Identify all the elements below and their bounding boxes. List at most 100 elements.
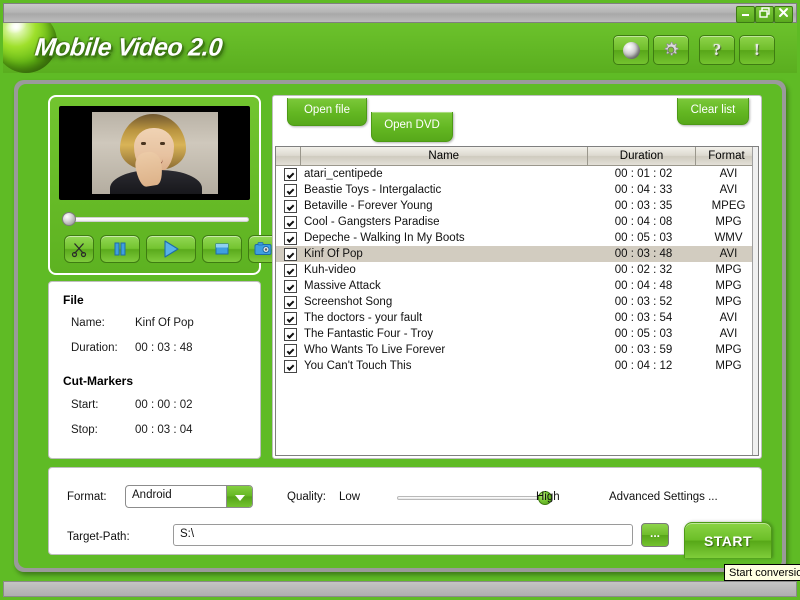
content-frame: File Name: Kinf Of Pop Duration: 00 : 03… xyxy=(14,80,786,572)
clear-list-button[interactable]: Clear list xyxy=(677,98,749,125)
row-name-cell: The Fantastic Four - Troy xyxy=(304,328,434,340)
minimize-button[interactable] xyxy=(736,6,755,23)
row-format-cell: AVI xyxy=(719,328,738,340)
checkbox-checked-icon[interactable] xyxy=(283,183,297,197)
settings-button[interactable] xyxy=(653,35,689,65)
row-name-cell: Kinf Of Pop xyxy=(300,246,588,262)
checkbox-checked-icon[interactable] xyxy=(283,215,297,229)
file-duration-value: 00 : 03 : 48 xyxy=(135,342,193,354)
table-row[interactable]: Who Wants To Live Forever 00 : 03 : 59 MPG xyxy=(276,342,758,358)
checkbox-checked-icon[interactable] xyxy=(283,311,297,325)
info-button[interactable]: ! xyxy=(739,35,775,65)
table-row[interactable]: Massive Attack 00 : 04 : 48 MPG xyxy=(276,278,758,294)
file-list-table[interactable]: Name Duration Format atari_centipede 00 :… xyxy=(275,146,759,456)
app-header: Mobile Video 2.0 ? ! xyxy=(3,23,797,73)
video-preview-card xyxy=(48,95,278,275)
target-path-input[interactable]: S:\ xyxy=(173,524,633,546)
table-row[interactable]: Kuh-video 00 : 02 : 32 MPG xyxy=(276,262,758,278)
row-name-cell: Who Wants To Live Forever xyxy=(304,344,446,356)
row-checkbox-cell[interactable] xyxy=(276,262,300,278)
cut-markers-heading: Cut-Markers xyxy=(63,374,134,388)
checkbox-checked-icon[interactable] xyxy=(283,327,297,341)
cut-button[interactable] xyxy=(64,235,94,263)
help-button[interactable]: ? xyxy=(699,35,735,65)
quality-slider-track[interactable] xyxy=(397,496,549,500)
row-duration-cell: 00 : 04 : 48 xyxy=(614,280,673,292)
row-format-cell: AVI xyxy=(719,184,738,196)
table-row[interactable]: Screenshot Song 00 : 03 : 52 MPG xyxy=(276,294,758,310)
row-checkbox-cell[interactable] xyxy=(276,182,300,198)
row-checkbox-cell[interactable] xyxy=(276,230,300,246)
row-checkbox-cell[interactable] xyxy=(276,358,300,374)
row-checkbox-cell[interactable] xyxy=(276,246,300,262)
table-row[interactable]: Cool - Gangsters Paradise 00 : 04 : 08 MPG xyxy=(276,214,758,230)
stop-button[interactable] xyxy=(202,235,242,263)
file-duration-label: Duration: xyxy=(71,342,118,354)
row-format-cell: MPG xyxy=(715,264,742,276)
column-header-duration[interactable]: Duration xyxy=(587,147,696,166)
row-checkbox-cell[interactable] xyxy=(276,278,300,294)
chevron-down-icon[interactable] xyxy=(226,486,252,507)
table-row[interactable]: atari_centipede 00 : 01 : 02 AVI xyxy=(276,166,758,183)
row-duration-cell: 00 : 01 : 02 xyxy=(614,168,673,180)
row-checkbox-cell[interactable] xyxy=(276,214,300,230)
gear-icon xyxy=(664,41,679,56)
checkbox-checked-icon[interactable] xyxy=(283,231,297,245)
format-select[interactable]: Android xyxy=(125,485,253,508)
row-duration-cell: 00 : 04 : 12 xyxy=(614,360,673,372)
start-button[interactable]: START xyxy=(684,522,772,558)
seek-slider[interactable] xyxy=(62,212,251,226)
row-duration-cell: 00 : 03 : 48 xyxy=(587,246,696,262)
checkbox-checked-icon[interactable] xyxy=(283,263,297,277)
row-duration-cell: 00 : 05 : 03 xyxy=(614,232,673,244)
help-icon: ? xyxy=(712,40,722,59)
seek-thumb[interactable] xyxy=(62,212,76,226)
table-row[interactable]: Betaville - Forever Young 00 : 03 : 35 MPE… xyxy=(276,198,758,214)
advanced-settings-link[interactable]: Advanced Settings ... xyxy=(609,491,718,503)
row-checkbox-cell[interactable] xyxy=(276,198,300,214)
row-duration-cell: 00 : 02 : 32 xyxy=(614,264,673,276)
restore-button[interactable] xyxy=(755,6,774,23)
table-row[interactable]: You Can't Touch This 00 : 04 : 12 MPG xyxy=(276,358,758,374)
globe-button[interactable] xyxy=(613,35,649,65)
table-row[interactable]: Kinf Of Pop 00 : 03 : 48 AVI xyxy=(276,246,758,262)
checkbox-checked-icon[interactable] xyxy=(283,167,297,181)
tab-open-dvd[interactable]: Open DVD xyxy=(371,112,453,142)
row-name-cell: Screenshot Song xyxy=(304,296,393,308)
seek-track xyxy=(68,217,249,222)
table-row[interactable]: The Fantastic Four - Troy 00 : 05 : 03 AVI xyxy=(276,326,758,342)
row-checkbox-cell[interactable] xyxy=(276,294,300,310)
row-duration-cell: 00 : 03 : 52 xyxy=(614,296,673,308)
checkbox-checked-icon[interactable] xyxy=(283,343,297,357)
file-info-card: File Name: Kinf Of Pop Duration: 00 : 03… xyxy=(48,281,261,459)
row-checkbox-cell[interactable] xyxy=(276,310,300,326)
table-row[interactable]: Beastie Toys - Intergalactic 00 : 04 : 33… xyxy=(276,182,758,198)
pause-button[interactable] xyxy=(100,235,140,263)
table-row[interactable]: Depeche - Walking In My Boots 00 : 05 : 0… xyxy=(276,230,758,246)
checkbox-checked-icon[interactable] xyxy=(283,279,297,293)
row-checkbox-cell[interactable] xyxy=(276,326,300,342)
row-name-cell: atari_centipede xyxy=(304,168,383,180)
browse-button[interactable]: ... xyxy=(641,523,669,547)
checkbox-checked-icon[interactable] xyxy=(283,247,297,261)
table-row[interactable]: The doctors - your fault 00 : 03 : 54 AVI xyxy=(276,310,758,326)
checkbox-checked-icon[interactable] xyxy=(283,359,297,373)
row-checkbox-cell[interactable] xyxy=(276,342,300,358)
column-header-name[interactable]: Name xyxy=(300,147,588,166)
stop-icon xyxy=(215,243,229,255)
video-stage[interactable] xyxy=(59,106,250,200)
play-button[interactable] xyxy=(146,235,196,263)
row-name-cell: Massive Attack xyxy=(304,280,381,292)
target-path-value: S:\ xyxy=(180,528,195,540)
list-scrollbar[interactable] xyxy=(752,147,758,455)
info-icon: ! xyxy=(754,40,760,59)
row-checkbox-cell[interactable] xyxy=(276,166,300,183)
checkbox-checked-icon[interactable] xyxy=(283,199,297,213)
close-button[interactable] xyxy=(774,6,793,23)
tab-open-file[interactable]: Open file xyxy=(287,98,367,126)
title-bar xyxy=(3,3,797,23)
checkbox-checked-icon[interactable] xyxy=(283,295,297,309)
restore-icon xyxy=(759,7,770,18)
column-header-format[interactable]: Format xyxy=(695,147,758,166)
column-header-check[interactable] xyxy=(276,147,301,166)
